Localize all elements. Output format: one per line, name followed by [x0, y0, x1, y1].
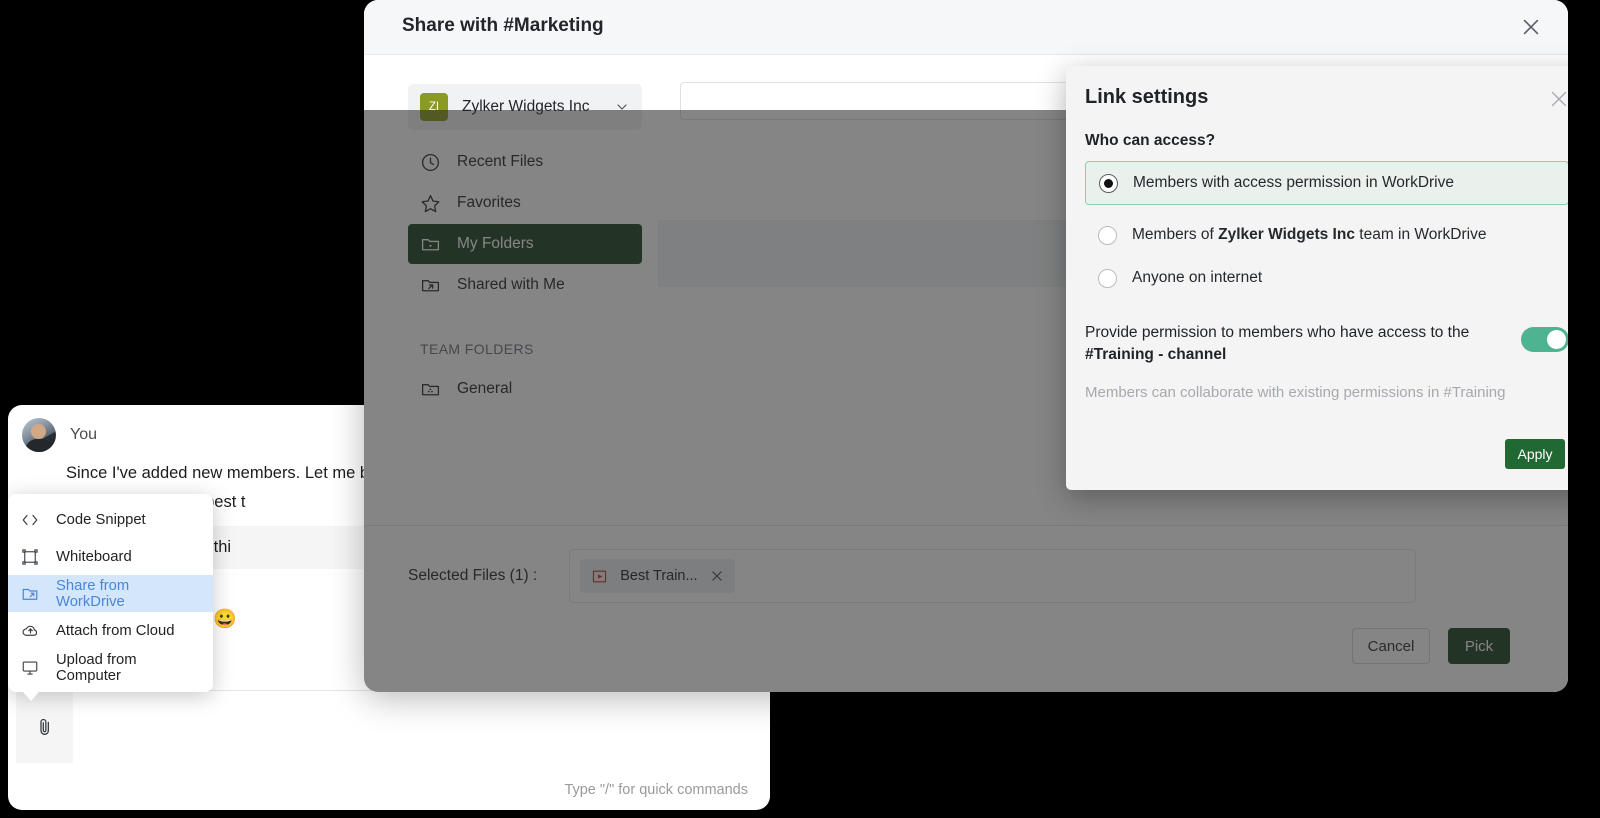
permission-toggle[interactable]	[1521, 327, 1568, 352]
attach-menu-item-attach-from-cloud[interactable]: Attach from Cloud	[8, 612, 213, 649]
share-modal-body: ZI Zylker Widgets Inc Recent Files Favor…	[364, 55, 1568, 692]
permission-note: Members can collaborate with existing pe…	[1085, 384, 1505, 401]
share-modal-header: Share with #Marketing	[364, 0, 1568, 55]
workdrive-icon	[20, 584, 40, 604]
screen: You Since I've added new members. Let me…	[0, 0, 1600, 818]
access-option-label: Members with access permission in WorkDr…	[1133, 174, 1454, 192]
access-option-team-members[interactable]: Members of Zylker Widgets Inc team in Wo…	[1085, 213, 1568, 257]
radio-button[interactable]	[1098, 226, 1117, 245]
access-option-members-with-permission[interactable]: Members with access permission in WorkDr…	[1085, 161, 1568, 205]
message-input[interactable]	[73, 691, 770, 763]
apply-button[interactable]: Apply	[1505, 439, 1565, 469]
attach-menu-label: Code Snippet	[56, 512, 146, 528]
page-title: Share with #Marketing	[402, 15, 604, 37]
attach-menu-item-whiteboard[interactable]: Whiteboard	[8, 538, 213, 575]
attach-menu-label: Whiteboard	[56, 549, 132, 565]
whiteboard-icon	[20, 547, 40, 567]
attach-menu-item-upload-from-computer[interactable]: Upload from Computer	[8, 649, 213, 686]
attach-menu-label: Upload from Computer	[56, 652, 201, 684]
message-author: You	[70, 426, 97, 444]
access-option-label: Anyone on internet	[1132, 269, 1262, 287]
composer-hint: Type "/" for quick commands	[564, 782, 748, 798]
close-icon	[1520, 16, 1542, 38]
radio-button[interactable]	[1099, 174, 1118, 193]
access-option-anyone-on-internet[interactable]: Anyone on internet	[1085, 256, 1568, 300]
attach-menu-item-code-snippet[interactable]: Code Snippet	[8, 501, 213, 538]
dialog-title: Link settings	[1085, 86, 1208, 109]
attach-button[interactable]	[16, 691, 73, 763]
attach-menu: Code Snippet Whiteboard Share from WorkD…	[8, 494, 213, 692]
radio-button[interactable]	[1098, 269, 1117, 288]
paperclip-icon	[35, 714, 55, 740]
close-button[interactable]	[1516, 12, 1546, 42]
attach-menu-label: Attach from Cloud	[56, 623, 174, 639]
close-icon	[1548, 88, 1568, 110]
code-icon	[20, 510, 40, 530]
access-question: Who can access?	[1085, 132, 1215, 150]
permission-label: Provide permission to members who have a…	[1085, 322, 1485, 365]
attach-menu-item-share-from-workdrive[interactable]: Share from WorkDrive	[8, 575, 213, 612]
access-option-label: Members of Zylker Widgets Inc team in Wo…	[1132, 226, 1486, 244]
dialog-close-button[interactable]	[1548, 88, 1568, 110]
permission-row: Provide permission to members who have a…	[1085, 322, 1568, 365]
cloud-upload-icon	[20, 621, 40, 641]
monitor-icon	[20, 658, 40, 678]
avatar	[22, 418, 56, 452]
share-modal: Share with #Marketing ZI Zylker Widgets …	[364, 0, 1568, 692]
link-settings-dialog: Link settings Who can access? Members wi…	[1066, 66, 1568, 490]
attach-menu-label: Share from WorkDrive	[56, 578, 201, 610]
message-composer: Type "/" for quick commands	[16, 690, 770, 810]
